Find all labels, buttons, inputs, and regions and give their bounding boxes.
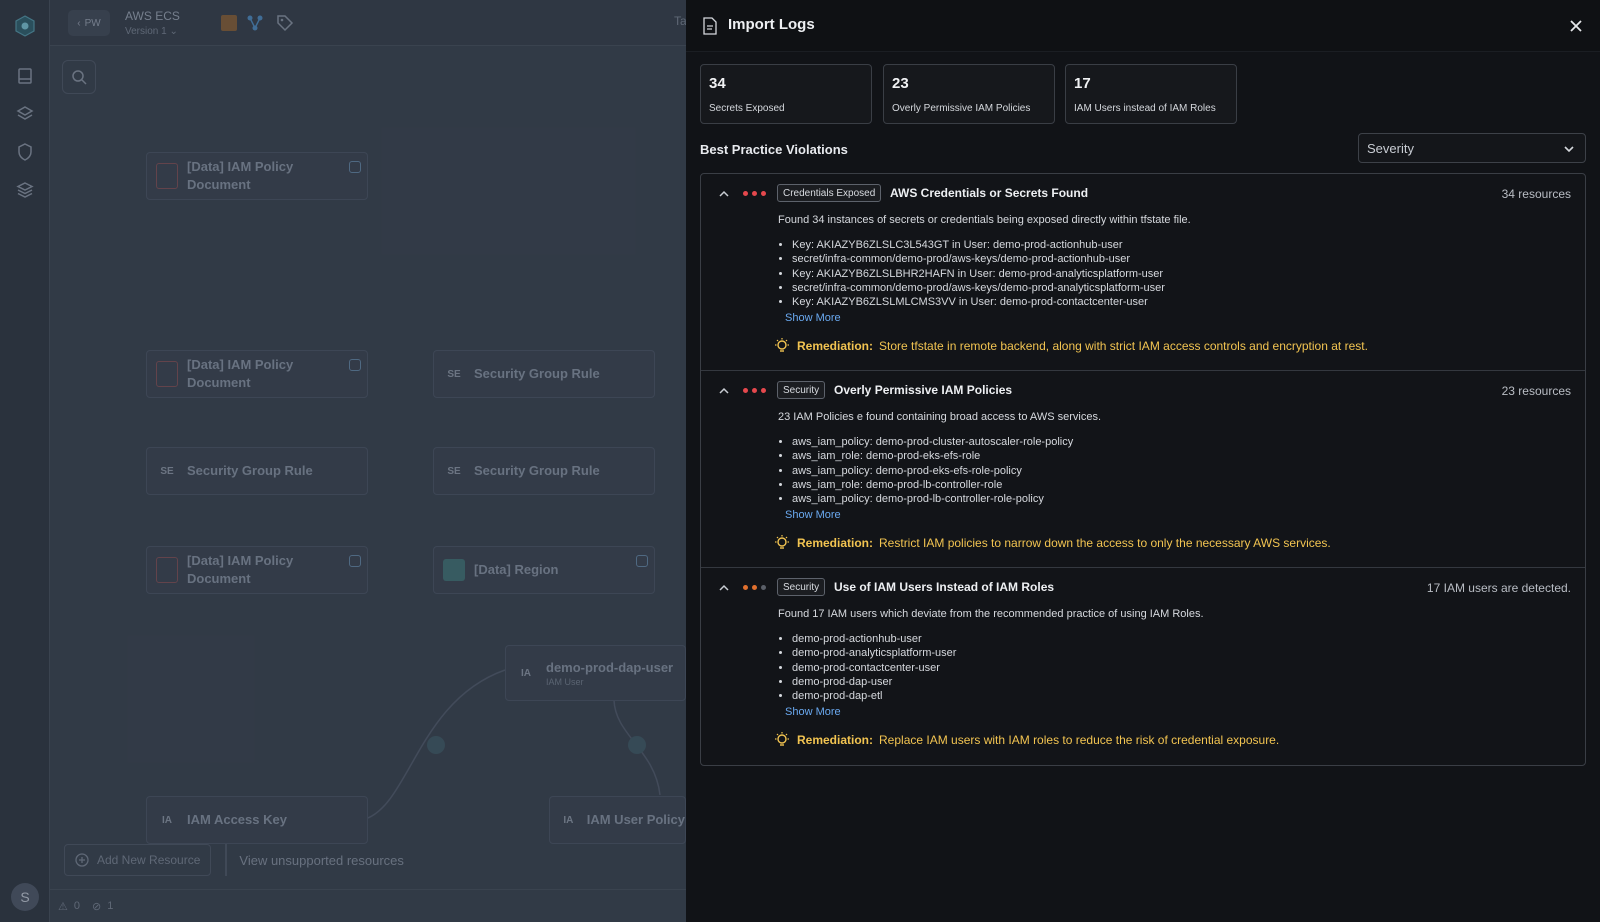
drawer-title: Import Logs <box>728 16 815 33</box>
show-more-link[interactable]: Show More <box>785 509 841 521</box>
stat-value: 34 <box>709 75 726 92</box>
list-item: Key: AKIAZYB6ZLSLBHR2HAFN in User: demo-… <box>792 267 1165 281</box>
chevron-up-icon[interactable] <box>717 581 731 595</box>
remediation-label: Remediation: <box>797 339 874 353</box>
stat-value: 23 <box>892 75 909 92</box>
severity-dot <box>761 191 766 196</box>
affected-resources-list: demo-prod-actionhub-user demo-prod-analy… <box>792 632 956 703</box>
violations-list: Credentials Exposed AWS Credentials or S… <box>700 173 1586 766</box>
severity-dot <box>743 191 748 196</box>
list-item: secret/infra-common/demo-prod/aws-keys/d… <box>792 252 1165 266</box>
violation-card: Credentials Exposed AWS Credentials or S… <box>701 174 1585 371</box>
violation-title: AWS Credentials or Secrets Found <box>890 186 1089 200</box>
severity-dot <box>752 191 757 196</box>
severity-indicator <box>743 585 766 590</box>
remediation-label: Remediation: <box>797 733 874 747</box>
stat-label: Overly Permissive IAM Policies <box>892 103 1031 114</box>
lightbulb-icon <box>775 338 789 352</box>
severity-dot <box>743 388 748 393</box>
violation-card: Security Use of IAM Users Instead of IAM… <box>701 568 1585 765</box>
violation-description: 23 IAM Policies e found containing broad… <box>778 411 1102 423</box>
remediation-label: Remediation: <box>797 536 874 550</box>
affected-resources-list: Key: AKIAZYB6ZLSLC3L543GT in User: demo-… <box>792 238 1165 309</box>
list-item: demo-prod-actionhub-user <box>792 632 956 646</box>
severity-dot <box>761 388 766 393</box>
remediation-text: Store tfstate in remote backend, along w… <box>879 339 1368 353</box>
severity-dot <box>743 585 748 590</box>
list-item: demo-prod-dap-user <box>792 675 956 689</box>
list-item: secret/infra-common/demo-prod/aws-keys/d… <box>792 281 1165 295</box>
overlay-backdrop[interactable] <box>0 0 686 922</box>
remediation-text: Restrict IAM policies to narrow down the… <box>879 536 1331 550</box>
stat-label: IAM Users instead of IAM Roles <box>1074 103 1216 114</box>
violation-description: Found 34 instances of secrets or credent… <box>778 214 1191 226</box>
violation-card: Security Overly Permissive IAM Policies … <box>701 371 1585 568</box>
list-item: demo-prod-dap-etl <box>792 689 956 703</box>
severity-indicator <box>743 388 766 393</box>
list-item: aws_iam_policy: demo-prod-cluster-autosc… <box>792 435 1073 449</box>
severity-dot <box>752 388 757 393</box>
document-log-icon <box>703 17 717 35</box>
resource-count: 17 IAM users are detected. <box>1426 581 1571 595</box>
violation-title: Use of IAM Users Instead of IAM Roles <box>834 580 1055 594</box>
chevron-down-icon <box>1564 146 1574 153</box>
category-tag: Security <box>777 381 826 399</box>
list-item: Key: AKIAZYB6ZLSLC3L543GT in User: demo-… <box>792 238 1165 252</box>
chevron-up-icon[interactable] <box>717 384 731 398</box>
stat-card-iam-policies: 23 Overly Permissive IAM Policies <box>883 64 1055 124</box>
import-logs-drawer: Import Logs 34 Secrets Exposed 23 Overly… <box>686 0 1600 922</box>
category-tag: Security <box>777 578 826 596</box>
category-tag: Credentials Exposed <box>777 184 882 202</box>
list-item: aws_iam_role: demo-prod-eks-efs-role <box>792 449 1073 463</box>
stat-card-iam-users: 17 IAM Users instead of IAM Roles <box>1065 64 1237 124</box>
section-title: Best Practice Violations <box>700 142 848 157</box>
violation-description: Found 17 IAM users which deviate from th… <box>778 608 1204 620</box>
remediation: Remediation: Restrict IAM policies to na… <box>773 534 1331 552</box>
show-more-link[interactable]: Show More <box>785 706 841 718</box>
lightbulb-icon <box>775 732 789 746</box>
list-item: Key: AKIAZYB6ZLSLMLCMS3VV in User: demo-… <box>792 295 1165 309</box>
stat-card-secrets: 34 Secrets Exposed <box>700 64 872 124</box>
resource-count: 34 resources <box>1501 187 1571 201</box>
remediation: Remediation: Store tfstate in remote bac… <box>773 337 1368 355</box>
severity-dot <box>752 585 757 590</box>
stat-label: Secrets Exposed <box>709 103 785 114</box>
resource-count: 23 resources <box>1501 384 1571 398</box>
list-item: aws_iam_role: demo-prod-lb-controller-ro… <box>792 478 1073 492</box>
violation-title: Overly Permissive IAM Policies <box>834 383 1013 397</box>
list-item: demo-prod-analyticsplatform-user <box>792 646 956 660</box>
list-item: aws_iam_policy: demo-prod-eks-efs-role-p… <box>792 464 1073 478</box>
list-item: aws_iam_policy: demo-prod-lb-controller-… <box>792 492 1073 506</box>
list-item: demo-prod-contactcenter-user <box>792 661 956 675</box>
lightbulb-icon <box>775 535 789 549</box>
severity-dot <box>761 585 766 590</box>
chevron-up-icon[interactable] <box>717 187 731 201</box>
drawer-header: Import Logs <box>686 0 1600 52</box>
show-more-link[interactable]: Show More <box>785 312 841 324</box>
stat-value: 17 <box>1074 75 1091 92</box>
remediation-text: Replace IAM users with IAM roles to redu… <box>879 733 1280 747</box>
remediation: Remediation: Replace IAM users with IAM … <box>773 731 1279 749</box>
severity-filter-select[interactable]: Severity <box>1358 133 1586 163</box>
severity-indicator <box>743 191 766 196</box>
close-icon[interactable] <box>1566 16 1586 36</box>
severity-filter-value: Severity <box>1367 140 1414 156</box>
affected-resources-list: aws_iam_policy: demo-prod-cluster-autosc… <box>792 435 1073 506</box>
